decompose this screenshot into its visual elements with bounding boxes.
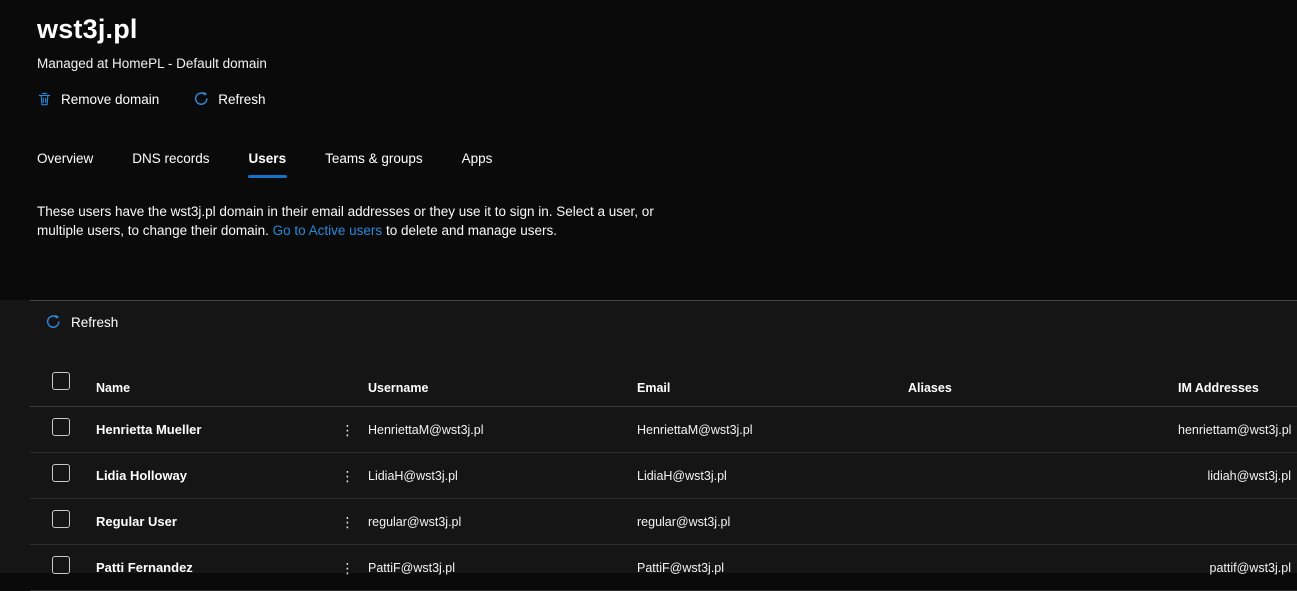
user-email: HenriettaM@wst3j.pl	[637, 422, 753, 437]
page-title: wst3j.pl	[37, 14, 138, 44]
tab-users[interactable]: Users	[247, 151, 287, 178]
table-body: Henrietta Mueller ⋮ HenriettaM@wst3j.pl …	[0, 407, 1297, 591]
trash-icon	[37, 91, 52, 107]
table-refresh-label: Refresh	[71, 314, 119, 330]
panel-divider	[30, 300, 1297, 301]
column-header-email[interactable]: Email	[637, 381, 908, 395]
row-checkbox[interactable]	[52, 464, 70, 482]
refresh-button[interactable]: Refresh	[193, 91, 266, 107]
select-all-checkbox[interactable]	[52, 372, 70, 390]
tab-teams-groups[interactable]: Teams & groups	[325, 151, 423, 178]
row-checkbox[interactable]	[52, 418, 70, 436]
row-checkbox-cell	[30, 556, 96, 579]
tab-overview[interactable]: Overview	[37, 151, 93, 178]
row-checkbox-cell	[30, 418, 96, 441]
refresh-label: Refresh	[218, 91, 266, 107]
user-im-address: lidiah@wst3j.pl	[1207, 468, 1291, 483]
command-bar: Remove domain Refresh	[37, 91, 1297, 107]
go-to-active-users-link[interactable]: Go to Active users	[273, 223, 383, 238]
users-table-panel: Refresh Name Username Email Aliases IM A…	[0, 300, 1297, 591]
user-email: PattiF@wst3j.pl	[637, 560, 725, 575]
user-username: LidiaH@wst3j.pl	[368, 468, 458, 483]
user-table-row[interactable]: Patti Fernandez ⋮ PattiF@wst3j.pl PattiF…	[30, 545, 1297, 591]
more-actions-icon[interactable]: ⋮	[341, 469, 355, 483]
user-username: PattiF@wst3j.pl	[368, 560, 456, 575]
user-im-address: henriettam@wst3j.pl	[1178, 422, 1292, 437]
column-header-im-addresses[interactable]: IM Addresses	[1178, 381, 1297, 395]
table-header-row: Name Username Email Aliases IM Addresses	[30, 344, 1297, 407]
user-name: Regular User	[96, 514, 177, 529]
remove-domain-label: Remove domain	[61, 91, 160, 107]
user-table-row[interactable]: Lidia Holloway ⋮ LidiaH@wst3j.pl LidiaH@…	[30, 453, 1297, 499]
table-toolbar: Refresh	[0, 300, 1297, 344]
refresh-icon	[193, 91, 209, 107]
row-checkbox[interactable]	[52, 510, 70, 528]
row-menu-cell: ⋮	[327, 469, 368, 483]
user-table-row[interactable]: Regular User ⋮ regular@wst3j.pl regular@…	[30, 499, 1297, 545]
user-username: HenriettaM@wst3j.pl	[368, 422, 484, 437]
more-actions-icon[interactable]: ⋮	[341, 515, 355, 529]
column-header-username[interactable]: Username	[368, 381, 637, 395]
tab-dns-records[interactable]: DNS records	[132, 151, 209, 178]
user-username: regular@wst3j.pl	[368, 514, 462, 529]
row-checkbox-cell	[30, 464, 96, 487]
domain-status-subtitle: Managed at HomePL - Default domain	[37, 56, 267, 71]
user-email: LidiaH@wst3j.pl	[637, 468, 727, 483]
refresh-icon	[45, 314, 61, 330]
row-menu-cell: ⋮	[327, 423, 368, 437]
column-header-aliases[interactable]: Aliases	[908, 381, 1178, 395]
user-name: Lidia Holloway	[96, 468, 188, 483]
table-refresh-button[interactable]: Refresh	[45, 314, 118, 330]
user-name: Henrietta Mueller	[96, 422, 202, 437]
row-checkbox-cell	[30, 510, 96, 533]
header-checkbox-cell	[30, 372, 96, 395]
column-header-name[interactable]: Name	[96, 381, 327, 395]
remove-domain-button[interactable]: Remove domain	[37, 91, 159, 107]
tab-bar: Overview DNS records Users Teams & group…	[37, 151, 1297, 178]
tab-apps[interactable]: Apps	[462, 151, 493, 178]
user-im-address: pattif@wst3j.pl	[1209, 560, 1291, 575]
users-tab-description: These users have the wst3j.pl domain in …	[37, 202, 669, 240]
domain-detail-header: wst3j.pl Managed at HomePL - Default dom…	[0, 0, 1297, 240]
row-checkbox[interactable]	[52, 556, 70, 574]
row-menu-cell: ⋮	[327, 561, 368, 575]
user-table-row[interactable]: Henrietta Mueller ⋮ HenriettaM@wst3j.pl …	[30, 407, 1297, 453]
user-email: regular@wst3j.pl	[637, 514, 731, 529]
description-text-2: to delete and manage users.	[382, 223, 558, 238]
more-actions-icon[interactable]: ⋮	[341, 423, 355, 437]
row-menu-cell: ⋮	[327, 515, 368, 529]
more-actions-icon[interactable]: ⋮	[341, 561, 355, 575]
